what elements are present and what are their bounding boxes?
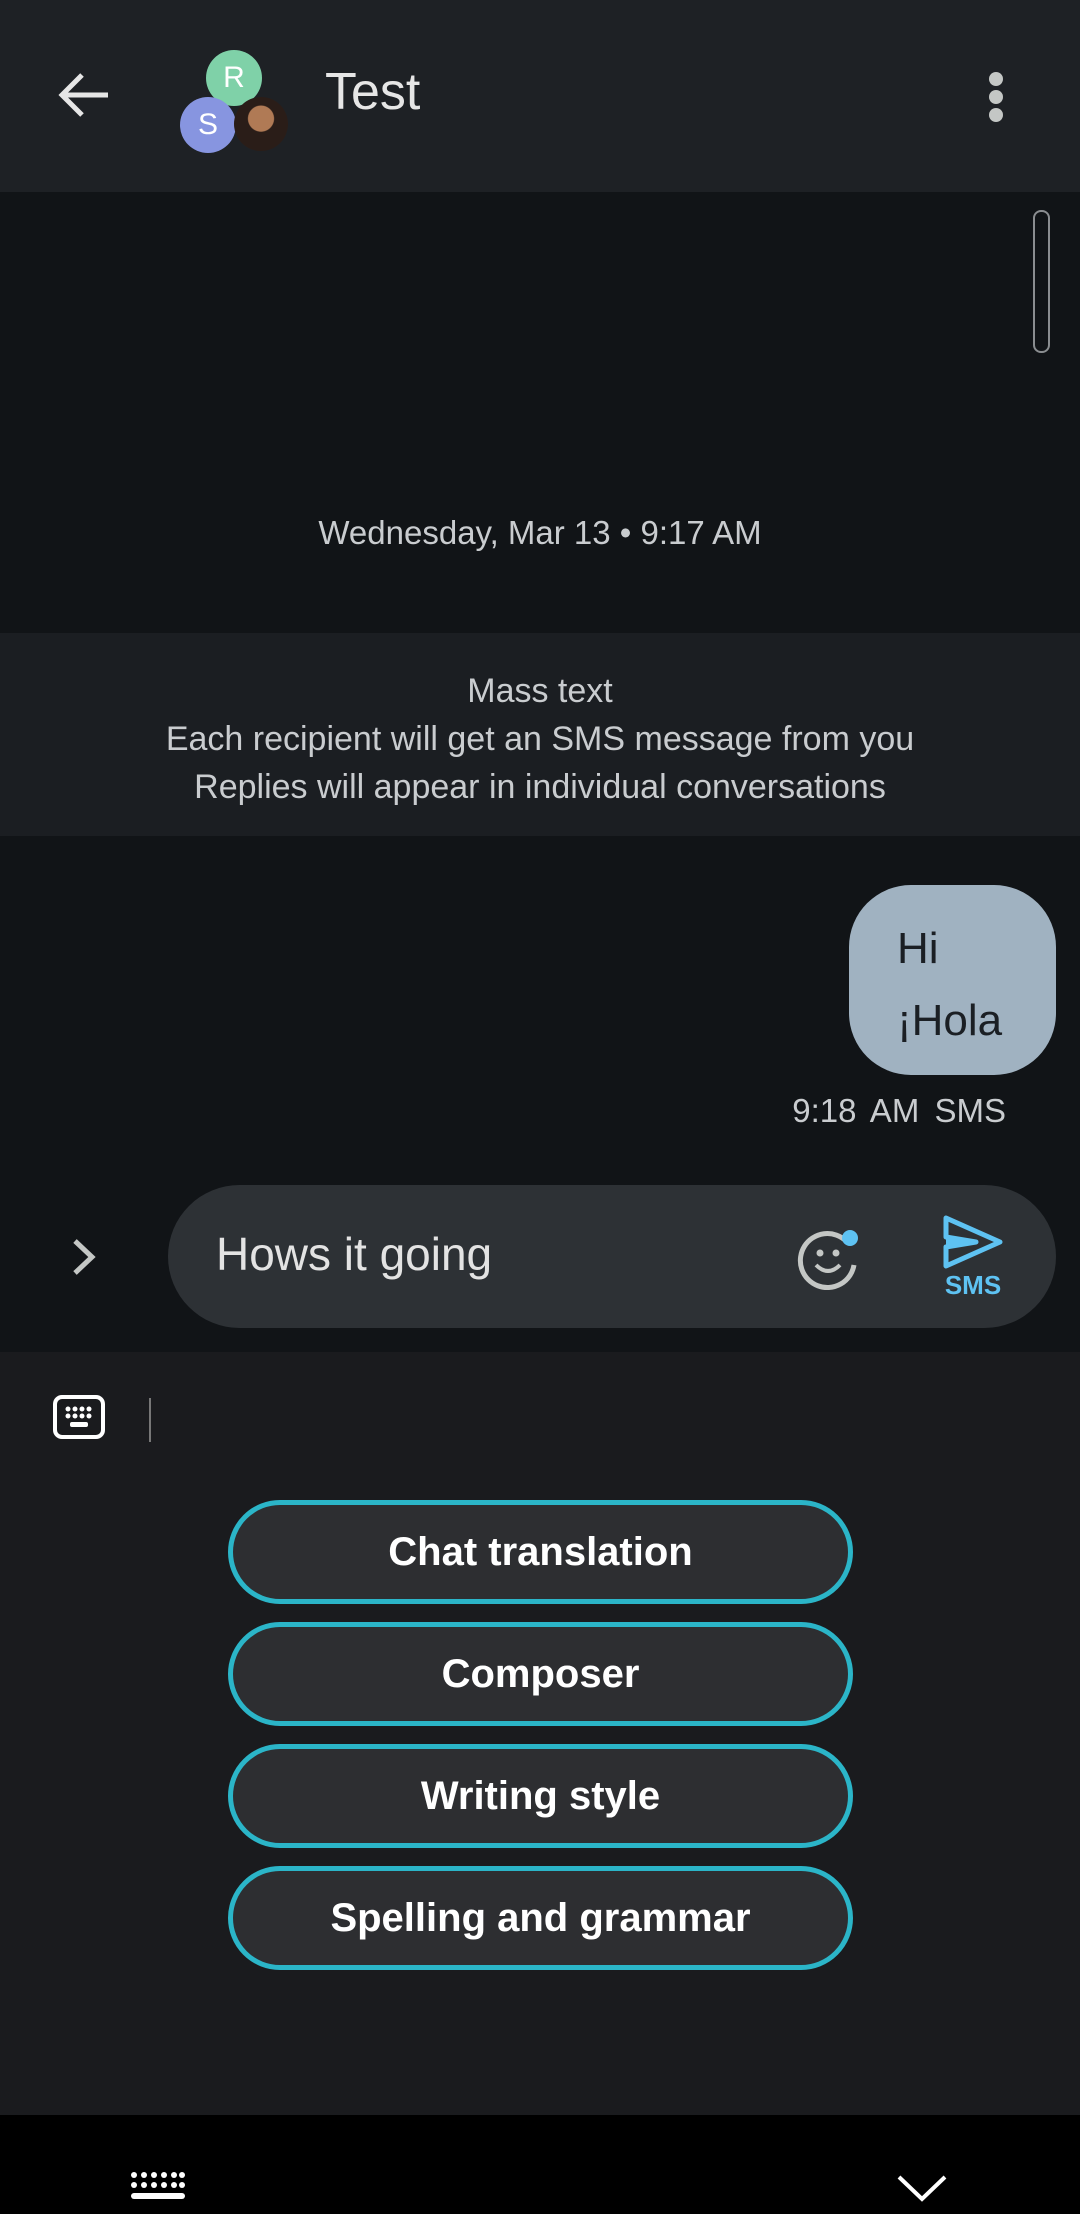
avatar-s: S: [180, 97, 236, 153]
message-text[interactable]: Hows it going: [216, 1227, 492, 1281]
send-icon: [943, 1215, 1003, 1269]
message-line: ¡Hola: [897, 996, 1003, 1045]
message-input[interactable]: Hows it going SMS: [168, 1185, 1056, 1328]
app-bar: R S Test: [0, 0, 1080, 192]
message-time: 9:18 AM: [792, 1092, 920, 1129]
send-label: SMS: [944, 1270, 1002, 1300]
message-meta: 9:18 AM SMS: [792, 1092, 1006, 1130]
avatar-photo: [234, 97, 288, 151]
message-type: SMS: [934, 1092, 1006, 1129]
option-writing-style[interactable]: Writing style: [228, 1744, 853, 1848]
navigation-bar: [0, 2115, 1080, 2214]
message-line: Hi: [897, 924, 939, 973]
chevron-down-icon[interactable]: [896, 2173, 948, 2203]
option-chat-translation[interactable]: Chat translation: [228, 1500, 853, 1604]
date-divider: Wednesday, Mar 13 • 9:17 AM: [318, 514, 762, 551]
chevron-right-icon[interactable]: [70, 1238, 98, 1276]
notice-line: Each recipient will get an SMS message f…: [165, 720, 915, 758]
scrollbar[interactable]: [1033, 210, 1050, 353]
mass-text-notice: Mass text Each recipient will get an SMS…: [0, 633, 1080, 836]
option-spelling-grammar[interactable]: Spelling and grammar: [228, 1866, 853, 1970]
emoji-icon[interactable]: [796, 1225, 862, 1291]
keyboard-switch-icon[interactable]: [130, 2171, 186, 2203]
keyboard-panel: Chat translation Composer Writing style …: [0, 1352, 1080, 2115]
message-bubble[interactable]: Hi ¡Hola: [849, 885, 1056, 1075]
divider: [149, 1398, 151, 1442]
notice-line: Replies will appear in individual conver…: [194, 768, 886, 806]
keyboard-icon[interactable]: [52, 1394, 106, 1440]
back-arrow-icon[interactable]: [58, 72, 112, 118]
more-options-icon[interactable]: [984, 70, 1008, 124]
conversation-title[interactable]: Test: [325, 62, 420, 122]
send-button[interactable]: SMS: [938, 1215, 1008, 1301]
option-composer[interactable]: Composer: [228, 1622, 853, 1726]
notice-title: Mass text: [467, 672, 613, 710]
